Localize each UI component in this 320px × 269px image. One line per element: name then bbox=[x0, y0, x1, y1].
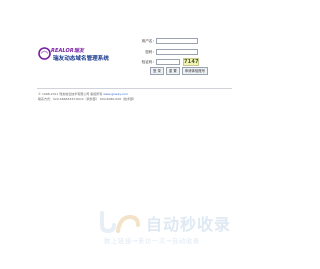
watermark-title: 自动秒收录 bbox=[146, 215, 232, 234]
username-row: 用户名： bbox=[140, 38, 232, 47]
copyright-text: © 1998-2011 瑞友信息技术有限公司 版权所有 bbox=[38, 92, 103, 96]
password-label: 密码： bbox=[145, 49, 156, 54]
password-input[interactable] bbox=[156, 48, 198, 55]
brand-logo: REALOR瑞友 瑞友动态域名管理系统 bbox=[38, 47, 148, 67]
captcha-image[interactable]: 7147 bbox=[183, 58, 199, 66]
system-title: 瑞友动态域名管理系统 bbox=[53, 56, 109, 62]
username-label: 用户名： bbox=[141, 39, 156, 43]
apply-trial-button[interactable]: 申请体验账号 bbox=[181, 67, 209, 75]
logo-brand-text: REALOR瑞友 bbox=[51, 48, 85, 54]
watermark-subtitle: 数上链接→来访一次→自动收录 bbox=[104, 237, 200, 245]
watermark: 自动秒收录 数上链接→来访一次→自动收录 bbox=[96, 209, 256, 259]
contact-text: 联系方式：020-66666333-8012（商务部） 400-6086-008… bbox=[38, 96, 137, 101]
username-input[interactable] bbox=[156, 38, 198, 44]
realor-logo-icon bbox=[38, 47, 51, 60]
login-buttons: 登 录重 置申请体验账号 bbox=[150, 67, 210, 86]
footer: © 1998-2011 瑞友信息技术有限公司 版权所有 www.gnway.co… bbox=[38, 92, 238, 101]
login-form: 用户名： 密码： 验证码： 7147 登 录重 置申请体验账号 bbox=[140, 38, 232, 75]
login-button[interactable]: 登 录 bbox=[150, 67, 164, 75]
footer-link[interactable]: www.gnway.com bbox=[103, 92, 128, 96]
password-row: 密码： bbox=[140, 48, 232, 58]
captcha-input[interactable] bbox=[156, 59, 180, 65]
watermark-logo-icon bbox=[100, 211, 140, 234]
footer-divider bbox=[37, 88, 232, 89]
captcha-label: 验证码： bbox=[141, 60, 156, 64]
reset-button[interactable]: 重 置 bbox=[165, 67, 180, 75]
